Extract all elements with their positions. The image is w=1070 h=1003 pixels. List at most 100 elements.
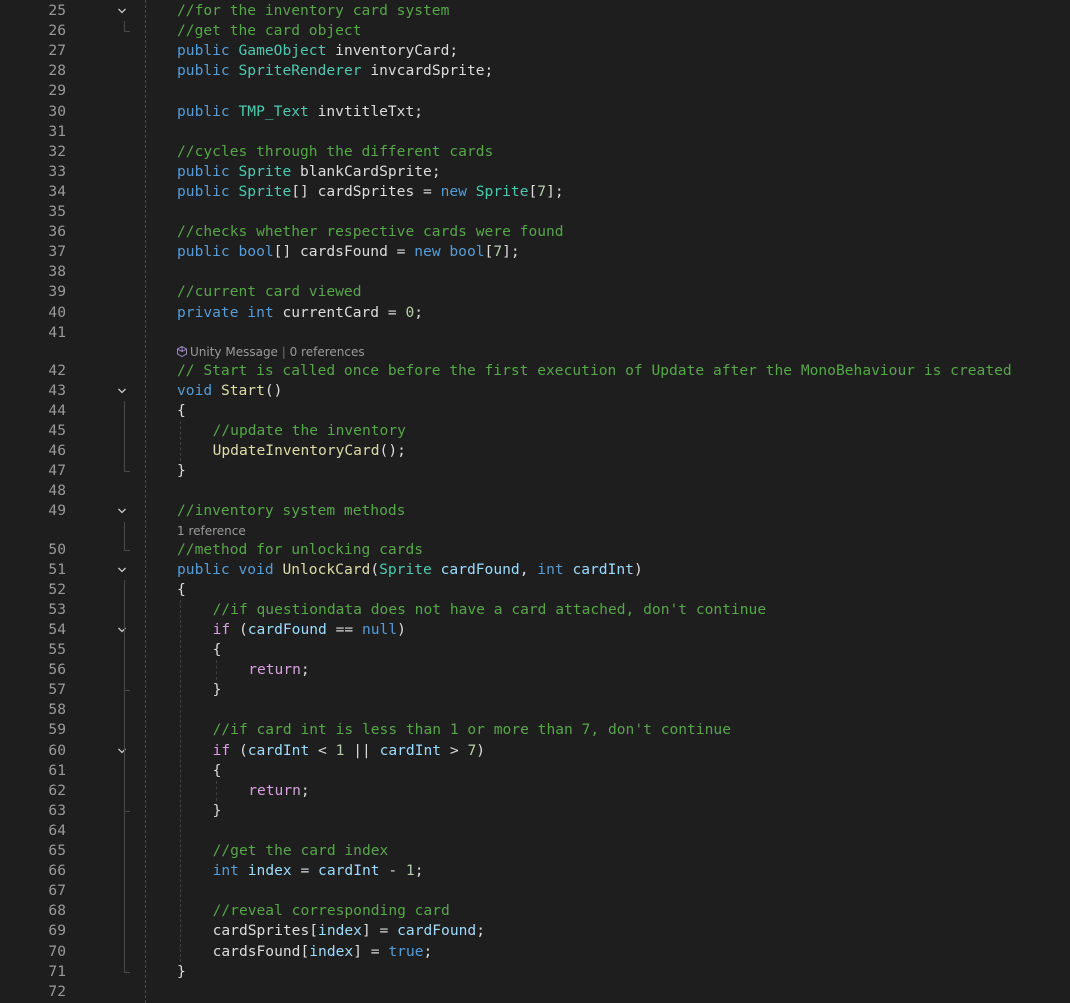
code-line[interactable]: 69 cardSprites[index] = cardFound;	[0, 921, 1070, 941]
code-line[interactable]: 56 return;	[0, 660, 1070, 680]
code-line[interactable]: 48	[0, 481, 1070, 501]
code-token: public	[177, 162, 239, 180]
code-token: Sprite	[238, 182, 292, 200]
code-line[interactable]: 26 //get the card object	[0, 21, 1070, 41]
code-line[interactable]: 32 //cycles through the different cards	[0, 142, 1070, 162]
indent-guide	[215, 660, 217, 681]
code-line[interactable]: 58	[0, 700, 1070, 720]
code-line[interactable]: 51 public void UnlockCard(Sprite cardFoun…	[0, 560, 1070, 580]
code-line[interactable]: 57}	[0, 680, 1070, 700]
code-line[interactable]: 63}	[0, 801, 1070, 821]
line-number: 65	[48, 842, 66, 859]
line-number: 54	[48, 620, 66, 638]
line-number: 50	[48, 540, 66, 558]
codelens[interactable]: Unity Message | 0 references	[177, 343, 365, 361]
line-number: 67	[48, 882, 66, 900]
code-text: cardsFound[index] = true;	[213, 942, 433, 962]
code-editor[interactable]: 25 //for the inventory card system 26 //get…	[0, 0, 1070, 1003]
code-line[interactable]: 28 public SpriteRenderer invcardSprite;	[0, 61, 1070, 81]
code-line[interactable]: 42 // Start is called once before the fir…	[0, 361, 1070, 381]
code-line[interactable]: 70 cardsFound[index] = true;	[0, 942, 1070, 962]
code-line[interactable]: 41	[0, 323, 1070, 343]
code-line[interactable]: 52 {	[0, 580, 1070, 600]
code-line[interactable]: 59 //if card int is less than 1 or more t…	[0, 720, 1070, 740]
code-token: ;	[300, 781, 310, 799]
code-token: // Start is called once before the first…	[177, 361, 1012, 379]
line-number: 71	[48, 962, 66, 980]
code-line[interactable]: 27 public GameObject inventoryCard;	[0, 41, 1070, 61]
code-line[interactable]: 54 if (cardFound == null)	[0, 620, 1070, 640]
codelens-references[interactable]: 0 references	[290, 345, 365, 359]
code-line[interactable]: 39 //current card viewed	[0, 282, 1070, 302]
code-text: //if questiondata does not have a card a…	[213, 600, 767, 620]
line-number: 51	[48, 560, 66, 578]
code-line[interactable]: 66 int index = cardInt - 1;	[0, 861, 1070, 881]
code-line[interactable]: 61 {	[0, 761, 1070, 781]
code-line[interactable]: 37 public bool[] cardsFound = new bool[7]…	[0, 242, 1070, 262]
code-token: ];	[546, 182, 564, 200]
code-line[interactable]: 65 //get the card index	[0, 841, 1070, 861]
code-token: 7	[537, 182, 547, 200]
fold-region-line	[124, 21, 125, 32]
code-token: new	[440, 182, 476, 200]
code-token: 7	[467, 741, 477, 759]
fold-region-line	[124, 521, 125, 550]
code-token: <	[309, 741, 336, 759]
code-line[interactable]: 35	[0, 202, 1070, 222]
code-token: UnlockCard	[282, 560, 371, 578]
code-line[interactable]: 33 public Sprite blankCardSprite;	[0, 162, 1070, 182]
code-line[interactable]: 47}	[0, 461, 1070, 481]
code-line[interactable]: 36 //checks whether respective cards were…	[0, 222, 1070, 242]
code-text: public Sprite blankCardSprite;	[177, 162, 441, 182]
code-text: public bool[] cardsFound = new bool[7];	[177, 242, 520, 262]
code-line[interactable]: 71}	[0, 962, 1070, 982]
code-line[interactable]: 29	[0, 81, 1070, 101]
code-line[interactable]: 34 public Sprite[] cardSprites = new Spri…	[0, 182, 1070, 202]
code-line[interactable]: 68 //reveal corresponding card	[0, 901, 1070, 921]
code-line[interactable]: 40 private int currentCard = 0;	[0, 303, 1070, 323]
line-number: 41	[48, 323, 66, 341]
code-line[interactable]: 46 UpdateInventoryCard();	[0, 441, 1070, 461]
fold-chevron-icon[interactable]	[117, 746, 127, 756]
fold-region-end	[124, 549, 130, 551]
codelens-label[interactable]: Unity Message	[190, 345, 278, 359]
code-line[interactable]: 45 //update the inventory	[0, 421, 1070, 441]
fold-chevron-icon[interactable]	[117, 506, 127, 516]
code-line[interactable]: 72	[0, 982, 1070, 1002]
code-line[interactable]: 53 //if questiondata does not have a card…	[0, 600, 1070, 620]
code-token: cardFound	[247, 620, 327, 638]
code-text: // Start is called once before the first…	[177, 361, 1012, 381]
code-line[interactable]: 64	[0, 821, 1070, 841]
code-token: )	[476, 741, 486, 759]
fold-chevron-icon[interactable]	[117, 565, 127, 575]
code-token: inventoryCard;	[326, 42, 459, 60]
codelens-label[interactable]: 1 reference	[177, 524, 246, 538]
code-token: blankCardSprite;	[291, 162, 441, 180]
code-token: }	[177, 962, 186, 980]
line-number: 62	[48, 781, 66, 799]
code-token: //current card viewed	[177, 283, 362, 301]
fold-chevron-icon[interactable]	[117, 6, 127, 16]
code-text: //current card viewed	[177, 282, 362, 302]
line-number: 45	[48, 422, 66, 439]
code-line[interactable]: 44 {	[0, 401, 1070, 421]
code-line[interactable]: 55 {	[0, 640, 1070, 660]
line-number: 47	[48, 462, 66, 480]
codelens[interactable]: 1 reference	[177, 522, 246, 540]
code-line[interactable]: 60 if (cardInt < 1 || cardInt > 7)	[0, 741, 1070, 761]
code-line[interactable]: 67	[0, 881, 1070, 901]
code-line[interactable]: 62 return;	[0, 781, 1070, 801]
code-line[interactable]: 49 //inventory system methods	[0, 501, 1070, 521]
code-line[interactable]: 25 //for the inventory card system	[0, 1, 1070, 21]
code-token: public	[177, 102, 239, 120]
code-line[interactable]: 43 void Start()	[0, 381, 1070, 401]
code-line[interactable]: 50 //method for unlocking cards	[0, 540, 1070, 560]
fold-chevron-icon[interactable]	[117, 386, 127, 396]
fold-chevron-icon[interactable]	[117, 625, 127, 635]
line-number: 52	[48, 580, 66, 598]
code-line[interactable]: 38	[0, 262, 1070, 282]
code-line[interactable]: 31	[0, 122, 1070, 142]
code-line[interactable]: 30 public TMP_Text invtitleTxt;	[0, 102, 1070, 122]
code-token: int	[212, 862, 248, 880]
code-text: {	[213, 640, 222, 660]
